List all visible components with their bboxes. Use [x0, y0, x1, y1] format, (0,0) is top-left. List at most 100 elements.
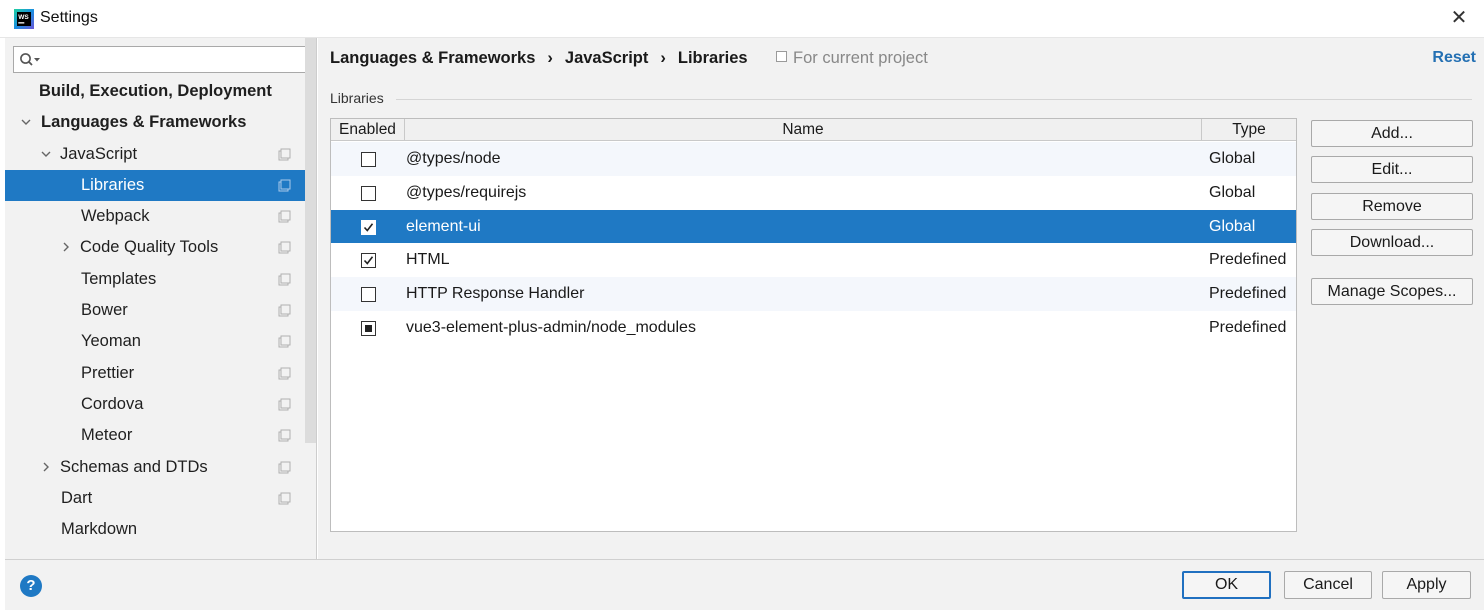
column-header-name[interactable]: Name	[405, 119, 1202, 141]
library-name: @types/node	[406, 150, 501, 167]
library-name: @types/requirejs	[406, 183, 527, 201]
remove-button[interactable]: Remove	[1311, 193, 1473, 220]
chevron-right-icon[interactable]	[41, 462, 51, 472]
tree-item-label: Dart	[61, 488, 93, 507]
edit-button[interactable]: Edit...	[1311, 156, 1473, 183]
table-row[interactable]: HTTP Response Handler Predefined	[331, 277, 1296, 311]
svg-text:WS: WS	[18, 14, 29, 21]
library-name: vue3-element-plus-admin/node_modules	[406, 319, 696, 336]
enabled-checkbox[interactable]	[361, 287, 376, 303]
tree-item-prettier[interactable]: Prettier	[5, 358, 305, 389]
table-row[interactable]: @types/node Global	[331, 142, 1296, 176]
tree-item-label: Yeoman	[81, 332, 141, 351]
library-name: element-ui	[406, 217, 481, 235]
libraries-table: Enabled Name Type @types/node Global @ty…	[330, 118, 1297, 532]
help-icon[interactable]: ?	[20, 575, 42, 597]
tree-item-javascript[interactable]: JavaScript	[5, 139, 305, 170]
enabled-checkbox[interactable]	[361, 253, 376, 269]
tree-item-markdown[interactable]: Markdown	[5, 514, 305, 545]
project-scope-icon	[278, 210, 291, 223]
table-row[interactable]: HTML Predefined	[331, 243, 1296, 277]
tree-item-label: Templates	[81, 269, 157, 288]
library-type: Predefined	[1209, 285, 1287, 303]
close-icon[interactable]: ✕	[1448, 7, 1470, 29]
tree-item-label: Languages & Frameworks	[41, 113, 247, 132]
project-scope-icon	[278, 241, 291, 254]
partial-check-icon	[365, 325, 372, 332]
tree-item-label: Webpack	[81, 207, 150, 226]
apply-button[interactable]: Apply	[1382, 571, 1471, 599]
library-type: Predefined	[1209, 251, 1287, 269]
table-row[interactable]: @types/requirejs Global	[331, 176, 1296, 210]
chevron-right-icon[interactable]	[61, 242, 71, 252]
project-scope-icon	[776, 51, 787, 62]
enabled-checkbox[interactable]	[361, 152, 376, 167]
breadcrumb-item: Libraries	[677, 49, 748, 67]
breadcrumb-separator: ›	[660, 49, 666, 67]
chevron-down-icon[interactable]	[21, 117, 31, 127]
add-button[interactable]: Add...	[1311, 120, 1473, 147]
column-header-type[interactable]: Type	[1202, 119, 1296, 141]
tree-item-libraries[interactable]: Libraries	[5, 169, 305, 202]
tree-item-dart[interactable]: Dart	[5, 483, 305, 514]
search-icon	[20, 53, 40, 66]
checkmark-icon	[363, 256, 374, 266]
scope-label: For current project	[793, 49, 928, 67]
cancel-button[interactable]: Cancel	[1284, 571, 1372, 599]
tree-item-templates[interactable]: Templates	[5, 264, 305, 295]
window-title: Settings	[40, 9, 98, 26]
table-row[interactable]: vue3-element-plus-admin/node_modules Pre…	[331, 311, 1296, 345]
sidebar-scrollbar[interactable]	[305, 38, 316, 443]
tree-item-meteor[interactable]: Meteor	[5, 420, 305, 451]
project-scope-icon	[278, 179, 291, 192]
settings-sidebar: Build, Execution, Deployment Languages &…	[5, 38, 317, 559]
project-scope-icon	[278, 148, 291, 161]
tree-item-bower[interactable]: Bower	[5, 295, 305, 326]
tree-item-languages-frameworks[interactable]: Languages & Frameworks	[5, 107, 305, 138]
tree-item-label: Build, Execution, Deployment	[39, 82, 272, 100]
libraries-panel: Languages & Frameworks › JavaScript › Librar…	[318, 38, 1484, 559]
enabled-checkbox[interactable]	[361, 321, 376, 336]
checkmark-icon	[363, 222, 374, 232]
settings-search-input[interactable]	[13, 46, 309, 73]
project-scope-icon	[278, 273, 291, 286]
breadcrumb-item: JavaScript	[564, 49, 649, 67]
library-type: Predefined	[1209, 319, 1287, 336]
library-name: HTTP Response Handler	[406, 285, 585, 303]
library-type: Global	[1209, 217, 1256, 235]
column-header-enabled[interactable]: Enabled	[331, 119, 405, 141]
scope-indicator: For current project	[776, 49, 928, 68]
ok-button[interactable]: OK	[1182, 571, 1271, 599]
breadcrumb-item: Languages & Frameworks	[330, 49, 536, 67]
tree-item-label: Markdown	[61, 520, 138, 539]
tree-item-label: Code Quality Tools	[80, 238, 219, 257]
project-scope-icon	[278, 429, 291, 442]
download-button[interactable]: Download...	[1311, 229, 1473, 256]
webstorm-app-icon: WS	[14, 9, 34, 29]
tree-item-cordova[interactable]: Cordova	[5, 389, 305, 420]
tree-item-label: Libraries	[81, 175, 145, 194]
enabled-checkbox[interactable]	[361, 219, 376, 235]
tree-item-build-execution-deployment[interactable]: Build, Execution, Deployment	[5, 76, 305, 107]
tree-item-yeoman[interactable]: Yeoman	[5, 326, 305, 357]
breadcrumb-separator: ›	[547, 49, 553, 67]
project-scope-icon	[278, 461, 291, 474]
tree-item-schemas-and-dtds[interactable]: Schemas and DTDs	[5, 452, 305, 483]
table-row[interactable]: element-ui Global	[331, 209, 1296, 244]
project-scope-icon	[278, 304, 291, 317]
enabled-checkbox[interactable]	[361, 185, 376, 201]
tree-item-webpack[interactable]: Webpack	[5, 201, 305, 232]
chevron-down-icon[interactable]	[41, 149, 51, 159]
tree-item-label: Cordova	[81, 394, 144, 413]
reset-link[interactable]: Reset	[1432, 49, 1476, 67]
tree-item-label: JavaScript	[60, 144, 138, 163]
tree-item-code-quality-tools[interactable]: Code Quality Tools	[5, 232, 305, 263]
tree-item-label: Schemas and DTDs	[60, 457, 208, 476]
manage-scopes-button[interactable]: Manage Scopes...	[1311, 278, 1473, 305]
title-bar: WS Settings ✕	[0, 0, 1484, 38]
settings-tree: Build, Execution, Deployment Languages &…	[5, 76, 305, 545]
tree-item-label: Meteor	[81, 426, 133, 445]
project-scope-icon	[278, 335, 291, 348]
library-type: Global	[1209, 150, 1256, 167]
library-name: HTML	[406, 251, 450, 269]
